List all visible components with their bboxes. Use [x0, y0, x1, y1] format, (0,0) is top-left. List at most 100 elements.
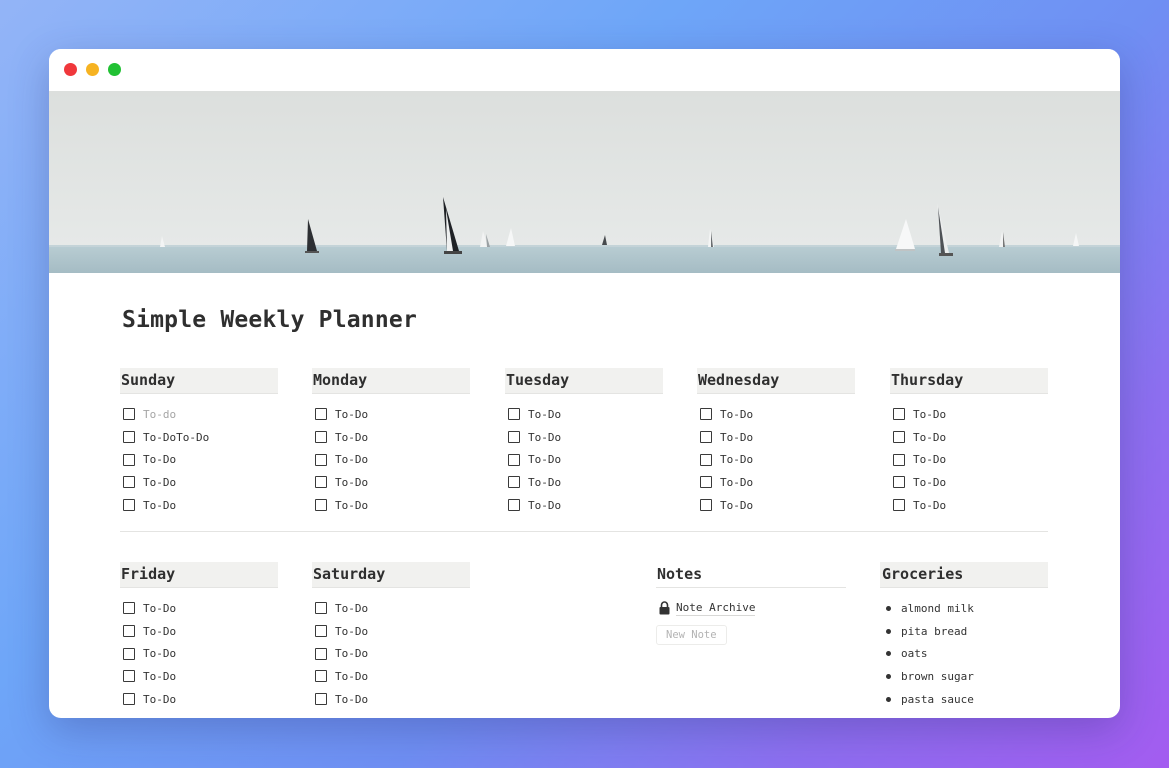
todo-text[interactable]: To-Do: [143, 670, 176, 683]
todo-text[interactable]: To-Do: [913, 431, 946, 444]
grocery-item-text[interactable]: almond milk: [901, 602, 974, 615]
checkbox[interactable]: [508, 476, 520, 489]
todo-item[interactable]: To-Do: [120, 597, 278, 620]
todo-text[interactable]: To-Do: [528, 476, 561, 489]
todo-item[interactable]: To-Do: [312, 403, 470, 426]
todo-item[interactable]: To-Do: [312, 597, 470, 620]
checkbox[interactable]: [123, 499, 135, 512]
grocery-item[interactable]: almond milk: [880, 597, 1048, 620]
todo-text[interactable]: To-Do: [335, 431, 368, 444]
checkbox[interactable]: [123, 431, 135, 444]
checkbox[interactable]: [700, 476, 712, 489]
todo-item[interactable]: To-Do: [697, 494, 855, 517]
checkbox[interactable]: [315, 647, 327, 660]
checkbox[interactable]: [123, 453, 135, 466]
todo-item[interactable]: To-Do: [312, 642, 470, 665]
todo-item[interactable]: To-Do: [890, 494, 1048, 517]
todo-text[interactable]: To-Do: [720, 408, 753, 421]
checkbox[interactable]: [315, 431, 327, 444]
todo-text[interactable]: To-Do: [335, 693, 368, 706]
todo-text[interactable]: To-Do: [335, 602, 368, 615]
todo-text[interactable]: To-Do: [720, 476, 753, 489]
todo-text[interactable]: To-Do: [143, 625, 176, 638]
todo-item[interactable]: To-Do: [312, 620, 470, 643]
checkbox[interactable]: [893, 476, 905, 489]
checkbox[interactable]: [123, 693, 135, 706]
todo-item[interactable]: To-Do: [505, 471, 663, 494]
todo-item[interactable]: To-Do: [890, 403, 1048, 426]
note-archive-label[interactable]: Note Archive: [676, 601, 756, 616]
grocery-item-text[interactable]: pita bread: [901, 625, 967, 638]
todo-text[interactable]: To-Do: [528, 453, 561, 466]
checkbox[interactable]: [315, 499, 327, 512]
todo-item[interactable]: To-Do: [120, 471, 278, 494]
checkbox[interactable]: [123, 408, 135, 421]
todo-item[interactable]: To-do: [120, 403, 278, 426]
todo-text[interactable]: To-Do: [143, 693, 176, 706]
todo-text[interactable]: To-do: [143, 408, 176, 421]
todo-item[interactable]: To-Do: [120, 688, 278, 711]
todo-item[interactable]: To-Do: [120, 620, 278, 643]
todo-item[interactable]: To-Do: [697, 403, 855, 426]
todo-item[interactable]: To-Do: [120, 448, 278, 471]
checkbox[interactable]: [893, 408, 905, 421]
todo-text[interactable]: To-Do: [913, 453, 946, 466]
checkbox[interactable]: [315, 602, 327, 615]
todo-item[interactable]: To-Do: [505, 494, 663, 517]
minimize-window-button[interactable]: [86, 63, 99, 76]
todo-text[interactable]: To-Do: [913, 408, 946, 421]
checkbox[interactable]: [508, 431, 520, 444]
todo-item[interactable]: To-Do: [697, 426, 855, 449]
todo-item[interactable]: To-Do: [312, 471, 470, 494]
todo-text[interactable]: To-Do: [143, 476, 176, 489]
todo-text[interactable]: To-Do: [143, 453, 176, 466]
todo-item[interactable]: To-Do: [312, 665, 470, 688]
todo-item[interactable]: To-Do: [505, 448, 663, 471]
todo-text[interactable]: To-Do: [335, 670, 368, 683]
checkbox[interactable]: [700, 431, 712, 444]
todo-text[interactable]: To-Do: [335, 476, 368, 489]
checkbox[interactable]: [893, 453, 905, 466]
checkbox[interactable]: [508, 408, 520, 421]
todo-item[interactable]: To-Do: [312, 426, 470, 449]
todo-text[interactable]: To-Do: [143, 602, 176, 615]
checkbox[interactable]: [315, 453, 327, 466]
checkbox[interactable]: [123, 625, 135, 638]
todo-item[interactable]: To-Do: [697, 448, 855, 471]
checkbox[interactable]: [123, 670, 135, 683]
grocery-item[interactable]: pita bread: [880, 620, 1048, 643]
todo-item[interactable]: To-Do: [505, 403, 663, 426]
checkbox[interactable]: [700, 408, 712, 421]
todo-text[interactable]: To-Do: [720, 499, 753, 512]
checkbox[interactable]: [123, 647, 135, 660]
todo-text[interactable]: To-Do: [335, 647, 368, 660]
todo-item[interactable]: To-Do: [890, 471, 1048, 494]
grocery-item-text[interactable]: oats: [901, 647, 928, 660]
checkbox[interactable]: [700, 499, 712, 512]
checkbox[interactable]: [508, 499, 520, 512]
todo-item[interactable]: To-Do: [120, 665, 278, 688]
todo-text[interactable]: To-Do: [335, 499, 368, 512]
todo-item[interactable]: To-Do: [312, 448, 470, 471]
note-archive-link[interactable]: Note Archive: [656, 597, 846, 619]
todo-item[interactable]: To-DoTo-Do: [120, 426, 278, 449]
checkbox[interactable]: [123, 476, 135, 489]
todo-text[interactable]: To-Do: [913, 499, 946, 512]
todo-text[interactable]: To-Do: [143, 499, 176, 512]
todo-text[interactable]: To-Do: [143, 647, 176, 660]
todo-text[interactable]: To-Do: [335, 625, 368, 638]
todo-text[interactable]: To-Do: [528, 431, 561, 444]
todo-item[interactable]: To-Do: [697, 471, 855, 494]
todo-text[interactable]: To-Do: [335, 408, 368, 421]
todo-text[interactable]: To-DoTo-Do: [143, 431, 209, 444]
checkbox[interactable]: [315, 693, 327, 706]
maximize-window-button[interactable]: [108, 63, 121, 76]
todo-item[interactable]: To-Do: [890, 448, 1048, 471]
todo-item[interactable]: To-Do: [120, 642, 278, 665]
checkbox[interactable]: [893, 431, 905, 444]
checkbox[interactable]: [315, 476, 327, 489]
grocery-item[interactable]: oats: [880, 642, 1048, 665]
todo-text[interactable]: To-Do: [913, 476, 946, 489]
checkbox[interactable]: [123, 602, 135, 615]
checkbox[interactable]: [315, 408, 327, 421]
